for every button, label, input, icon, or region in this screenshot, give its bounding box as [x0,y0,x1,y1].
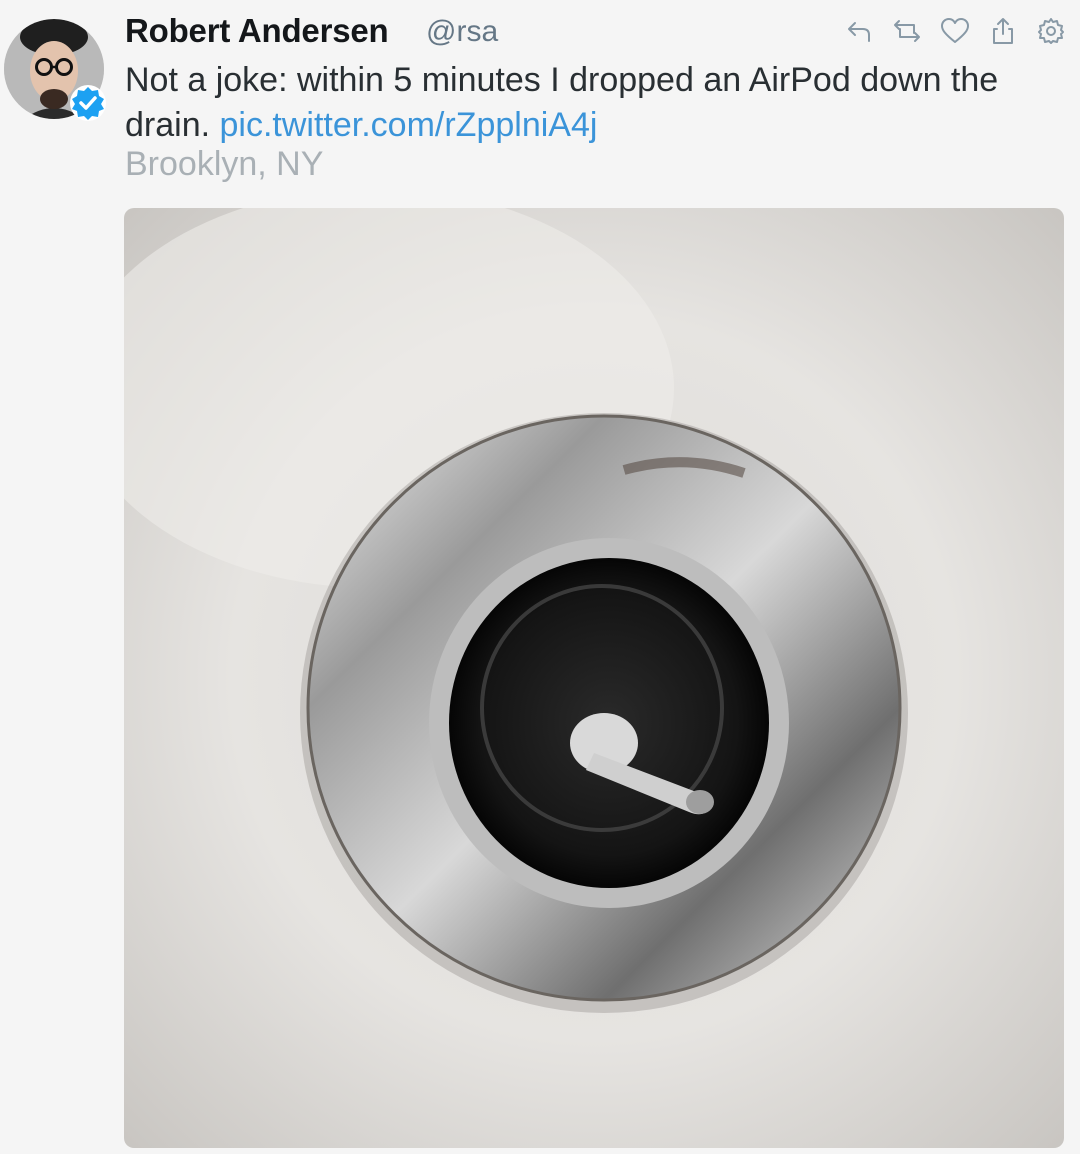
settings-button[interactable] [1034,14,1068,48]
retweet-icon [894,20,920,42]
tweet-location[interactable]: Brooklyn, NY [125,145,323,184]
share-button[interactable] [986,14,1020,48]
author-name[interactable]: Robert Andersen [125,12,389,50]
retweet-button[interactable] [890,14,924,48]
like-button[interactable] [938,14,972,48]
photo-link[interactable]: pic.twitter.com/rZpplniA4j [220,106,598,144]
reply-button[interactable] [842,14,876,48]
verified-badge-icon [69,84,107,122]
gear-icon [1038,18,1064,44]
share-icon [993,18,1013,44]
heart-icon [941,18,969,43]
tweet-actions [842,14,1068,48]
tweet-photo[interactable] [124,208,1064,1148]
author-handle[interactable]: @rsa [426,15,498,49]
tweet: Robert Andersen @rsa Not a joke: within … [0,0,1080,1154]
reply-icon [848,22,870,42]
tweet-text: Not a joke: within 5 minutes I dropped a… [125,58,1045,148]
